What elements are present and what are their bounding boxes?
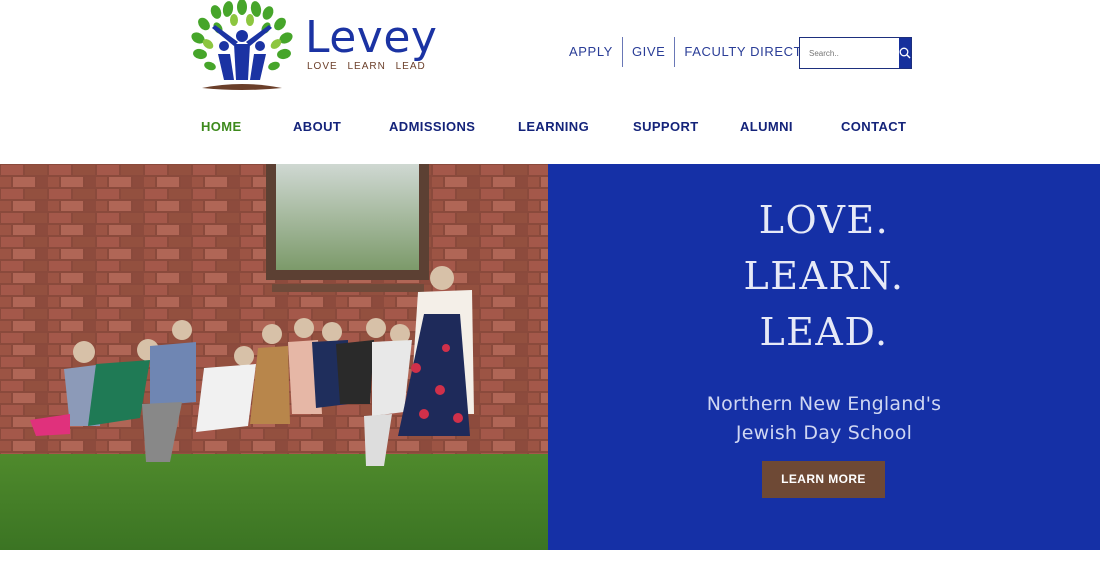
utility-divider [674, 37, 676, 67]
nav-contact[interactable]: CONTACT [841, 112, 906, 142]
students-brick-wall-image [0, 164, 548, 550]
hero-panel: LOVE. LEARN. LEAD. Northern New England'… [548, 164, 1100, 550]
apply-link[interactable]: APPLY [560, 36, 622, 68]
logo-tagline: LOVE LEARN LEAD [307, 61, 426, 72]
nav-learning[interactable]: LEARNING [518, 112, 589, 142]
search-box [799, 37, 912, 69]
hero-subtitle-line2: Jewish Day School [735, 422, 913, 444]
search-input[interactable] [800, 38, 899, 68]
hero-subtitle-line1: Northern New England's [706, 393, 942, 415]
nav-alumni[interactable]: ALUMNI [740, 112, 793, 142]
slogan-lead: LEAD. [759, 310, 889, 354]
utility-divider [621, 37, 623, 67]
hero-section: LOVE. LEARN. LEAD. Northern New England'… [0, 164, 1100, 550]
logo-wordmark: Levey [305, 12, 438, 63]
magnifier-icon [899, 47, 911, 59]
main-nav: HOME ABOUT ADMISSIONS LEARNING SUPPORT A… [0, 112, 1100, 142]
school-logo[interactable]: Levey LOVE LEARN LEAD [188, 0, 437, 96]
hero-photo [0, 164, 548, 550]
nav-support[interactable]: SUPPORT [633, 112, 699, 142]
slogan-love: LOVE. [758, 198, 890, 242]
search-button[interactable] [899, 38, 911, 68]
learn-more-button[interactable]: LEARN MORE [762, 461, 885, 498]
slogan-learn: LEARN. [743, 254, 905, 298]
nav-about[interactable]: ABOUT [293, 112, 341, 142]
tree-logo-icon [191, 0, 293, 90]
nav-admissions[interactable]: ADMISSIONS [389, 112, 475, 142]
nav-home[interactable]: HOME [201, 112, 242, 142]
give-link[interactable]: GIVE [623, 36, 674, 68]
